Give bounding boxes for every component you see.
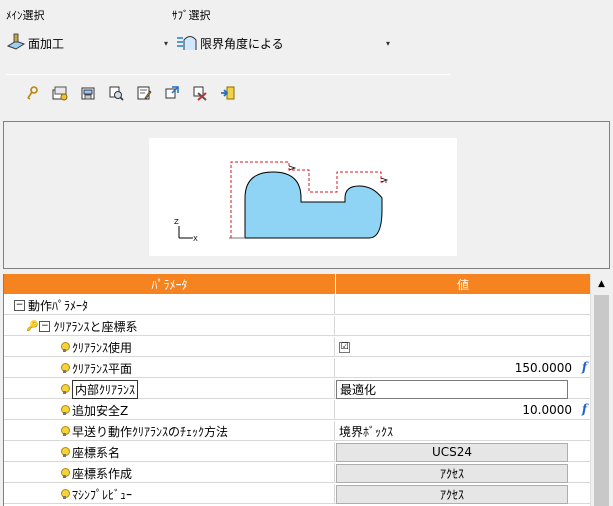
main-select-dropdown[interactable]: 面加工 — [6, 32, 64, 54]
table-row[interactable]: 内部ｸﾘｱﾗﾝｽ 最適化 — [4, 379, 590, 399]
param-name: ｸﾘｱﾗﾝｽ使用 — [72, 340, 133, 355]
function-icon[interactable]: f — [582, 402, 587, 416]
arrow-marker-icon — [380, 177, 389, 183]
bulb-icon — [60, 426, 70, 436]
save-folder-icon[interactable] — [74, 80, 102, 106]
machine-preview-access-button[interactable]: ｱｸｾｽ — [336, 484, 568, 504]
clearance-use-checkbox[interactable]: ☑ — [339, 341, 350, 353]
value-column-header[interactable]: 値 — [336, 274, 590, 294]
sub-select-caret-icon[interactable]: ▾ — [386, 39, 390, 48]
param-name: ﾏｼﾝﾌﾟﾚﾋﾞｭｰ — [72, 487, 133, 502]
table-row[interactable]: 座標系作成 ｱｸｾｽ — [4, 463, 590, 483]
rapid-check-method-value[interactable]: 境界ﾎﾞｯｸｽ — [336, 423, 393, 440]
table-row[interactable]: ｸﾘｱﾗﾝｽ平面 150.0000 f — [4, 358, 590, 378]
edit-icon[interactable] — [130, 80, 158, 106]
sub-select-label: ｻﾌﾞ選択 — [172, 9, 211, 22]
param-name: ｸﾘｱﾗﾝｽ平面 — [72, 361, 133, 376]
face-machining-icon — [6, 33, 26, 54]
bulb-icon — [60, 447, 70, 457]
param-name: 座標系名 — [72, 445, 121, 460]
import-icon[interactable] — [158, 80, 186, 106]
export-icon[interactable] — [214, 80, 242, 106]
subgroup-label: ｸﾘｱﾗﾝｽと座標系 — [53, 319, 138, 334]
search-icon[interactable] — [102, 80, 130, 106]
function-icon[interactable]: f — [582, 360, 587, 374]
group-label: 動作ﾊﾟﾗﾒｰﾀ — [28, 298, 89, 313]
toolbar — [18, 80, 242, 106]
collapse-icon[interactable]: − — [39, 320, 51, 332]
toolpath-preview-canvas: Z X — [149, 138, 457, 256]
collapse-icon[interactable]: − — [14, 299, 25, 311]
param-name: 早送り動作ｸﾘｱﾗﾝｽのﾁｪｯｸ方法 — [72, 424, 229, 439]
subgroup-row[interactable]: 🔑 − ｸﾘｱﾗﾝｽと座標系 — [4, 316, 590, 336]
inner-clearance-combo[interactable]: 最適化 — [336, 379, 568, 399]
main-select-label: ﾒｲﾝ選択 — [6, 9, 45, 22]
svg-text:Z: Z — [174, 218, 179, 226]
param-column-header[interactable]: ﾊﾟﾗﾒｰﾀ — [4, 274, 335, 294]
key-small-icon: 🔑 — [26, 320, 39, 332]
ucs-name-button[interactable]: UCS24 — [336, 442, 568, 462]
toolpath-preview-panel: Z X — [3, 121, 610, 269]
main-select-caret-icon[interactable]: ▾ — [164, 39, 168, 48]
bulb-icon — [60, 363, 70, 373]
limit-angle-icon — [176, 33, 198, 54]
clearance-plane-field[interactable]: 150.0000 f — [336, 360, 590, 375]
bulb-icon — [60, 405, 70, 415]
key-icon[interactable] — [18, 80, 46, 106]
sub-select-dropdown[interactable]: 限界角度による — [176, 32, 284, 54]
table-row[interactable]: ｸﾘｱﾗﾝｽ使用 ☑ — [4, 337, 590, 357]
tools-icon[interactable] — [186, 80, 214, 106]
table-row[interactable]: ﾏｼﾝﾌﾟﾚﾋﾞｭｰ ｱｸｾｽ — [4, 484, 590, 504]
sub-select-value: 限界角度による — [200, 36, 284, 51]
toolbar-separator — [6, 74, 450, 75]
create-ucs-access-button[interactable]: ｱｸｾｽ — [336, 463, 568, 483]
scroll-up-icon[interactable]: ▲ — [591, 274, 612, 294]
main-select-value: 面加工 — [28, 36, 65, 51]
extra-safe-z-field[interactable]: 10.0000 f — [336, 402, 590, 417]
bulb-icon — [60, 468, 70, 478]
svg-text:X: X — [193, 235, 198, 243]
scrollbar-thumb[interactable] — [594, 295, 609, 506]
open-folder-icon[interactable] — [46, 80, 74, 106]
table-row[interactable]: 早送り動作ｸﾘｱﾗﾝｽのﾁｪｯｸ方法 境界ﾎﾞｯｸｽ — [4, 421, 590, 441]
part-shape — [244, 171, 383, 239]
param-name: 内部ｸﾘｱﾗﾝｽ — [72, 379, 139, 399]
parameter-grid: ﾊﾟﾗﾒｰﾀ 値 − 動作ﾊﾟﾗﾒｰﾀ 🔑 − ｸﾘｱﾗﾝｽと座標系 ｸﾘｱﾗﾝ… — [3, 274, 611, 506]
arrow-marker-icon — [288, 165, 297, 171]
param-name: 追加安全Z — [72, 403, 129, 418]
vertical-scrollbar[interactable]: ▲ — [590, 274, 611, 506]
operation-selector-panel: ﾒｲﾝ選択 面加工 ｻﾌﾞ選択 ▾ 限界角度による ▾ — [0, 0, 613, 116]
bulb-icon — [60, 342, 70, 352]
bulb-icon — [60, 489, 70, 499]
param-name: 座標系作成 — [72, 466, 133, 481]
table-row[interactable]: 追加安全Z 10.0000 f — [4, 400, 590, 420]
table-row[interactable]: 座標系名 UCS24 — [4, 442, 590, 462]
group-row[interactable]: − 動作ﾊﾟﾗﾒｰﾀ — [4, 295, 590, 315]
bulb-icon — [60, 384, 70, 394]
